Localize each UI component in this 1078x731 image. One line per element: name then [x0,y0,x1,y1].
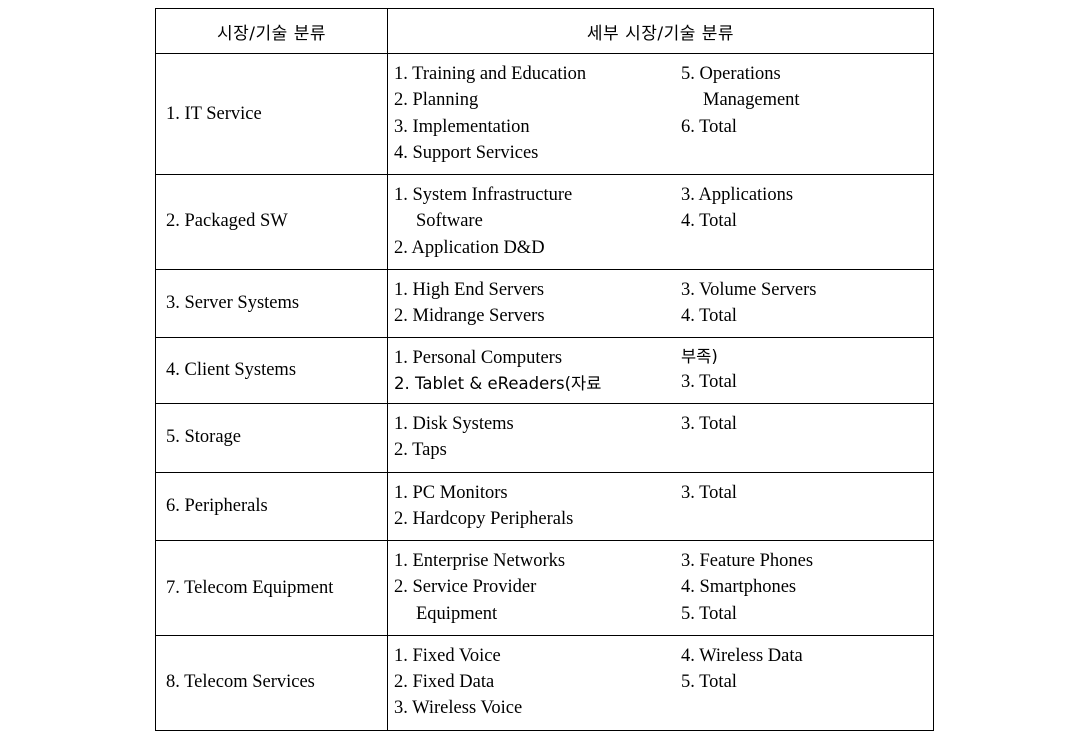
detail-item: 2. Planning [394,90,479,111]
detail-item: 4. Total [681,306,737,327]
table-header: 시장/기술 분류 세부 시장/기술 분류 [155,8,934,54]
detail-item: 5. Total [681,603,737,624]
major-category-cell: 5. Storage [155,403,388,473]
detail-item: 2. Midrange Servers [394,306,545,327]
detail-item: 4. Total [681,211,737,232]
detail-item: 2. Taps [394,440,447,461]
classification-table-container: 시장/기술 분류 세부 시장/기술 분류 1. IT Service 1. Tra… [155,8,934,731]
detail-subcolumn-right: 3. Volume Servers 4. Total [681,277,929,330]
major-category-cell: 2. Packaged SW [155,174,388,270]
table-row: 4. Client Systems 1. Personal Computers 2.… [155,337,934,405]
detail-subcolumn-right: 부족) 3. Total [681,345,929,395]
table-row: 5. Storage 1. Disk Systems 2. Taps 3. Total [155,403,934,473]
detail-category-cell: 1. Training and Education 2. Planning 3. I… [387,52,934,176]
detail-item: 5. Total [681,672,737,693]
detail-category-cell: 1. Enterprise Networks 2. Service Provide… [387,540,934,636]
detail-category-cell: 1. Disk Systems 2. Taps 3. Total [387,403,934,473]
detail-item: 2. Service Provider [394,577,537,598]
detail-subcolumns: 1. PC Monitors 2. Hardcopy Peripherals 3. … [394,480,929,533]
detail-item: 5. Operations [681,64,781,84]
detail-subcolumn-left: 1. Enterprise Networks 2. Service Provide… [394,548,681,627]
table-row: 1. IT Service 1. Training and Education 2.… [155,52,934,176]
detail-subcolumn-left: 1. System Infrastructure Software 2. Appli… [394,182,681,261]
major-category-cell: 1. IT Service [155,52,388,176]
detail-subcolumn-right: 5. Operations Management 6. Total [681,61,929,140]
detail-item: 1. System Infrastructure [394,185,573,206]
detail-subcolumns: 1. Personal Computers 2. Tablet & eReader… [394,345,929,395]
detail-item: 3. Total [681,371,737,392]
detail-item: 1. Enterprise Networks [394,551,566,572]
header-row: 시장/기술 분류 세부 시장/기술 분류 [155,8,934,54]
detail-subcolumn-left: 1. PC Monitors 2. Hardcopy Peripherals [394,480,681,533]
detail-item: 2. Fixed Data [394,672,495,693]
table-row: 8. Telecom Services 1. Fixed Voice 2. Fixe… [155,634,934,731]
detail-item: 1. Disk Systems [394,414,514,435]
detail-subcolumn-left: 1. Fixed Voice 2. Fixed Data 3. Wireless V… [394,643,681,722]
detail-subcolumn-left: 1. High End Servers 2. Midrange Servers [394,277,681,330]
major-category-cell: 4. Client Systems [155,337,388,405]
detail-category-cell: 1. PC Monitors 2. Hardcopy Peripherals 3. … [387,471,934,542]
detail-item: 6. Total [681,116,737,137]
major-category-cell: 7. Telecom Equipment [155,540,388,636]
table-row: 6. Peripherals 1. PC Monitors 2. Hardcopy … [155,471,934,542]
detail-subcolumns: 1. Enterprise Networks 2. Service Provide… [394,548,929,627]
detail-item: 1. Fixed Voice [394,645,501,666]
major-category-cell: 8. Telecom Services [155,634,388,731]
detail-subcolumn-right: 3. Total [681,411,929,437]
detail-item: 4. Support Services [394,142,539,163]
detail-subcolumn-right: 4. Wireless Data 5. Total [681,643,929,696]
detail-item: 2. Tablet & eReaders(자료 [394,373,602,393]
detail-item: Software [416,211,483,232]
detail-item: 2. Application D&D [394,237,545,258]
market-technology-classification-table: 시장/기술 분류 세부 시장/기술 분류 1. IT Service 1. Tra… [155,8,934,731]
detail-item: 3. Implementation [394,116,530,137]
table-row: 3. Server Systems 1. High End Servers 2. M… [155,268,934,339]
detail-subcolumns: 1. High End Servers 2. Midrange Servers 3.… [394,277,929,330]
detail-category-cell: 1. Fixed Voice 2. Fixed Data 3. Wireless V… [387,634,934,731]
detail-item: 3. Volume Servers [681,279,817,300]
detail-subcolumn-left: 1. Disk Systems 2. Taps [394,411,681,464]
detail-item: 1. Personal Computers [394,348,563,369]
detail-item: 3. Total [681,482,737,503]
major-category-cell: 3. Server Systems [155,268,388,339]
table-body: 1. IT Service 1. Training and Education 2.… [155,52,934,731]
detail-subcolumn-left: 1. Training and Education 2. Planning 3. I… [394,61,681,166]
detail-item: 부족) [681,347,718,367]
detail-subcolumn-left: 1. Personal Computers 2. Tablet & eReader… [394,345,681,395]
detail-item: 3. Total [681,414,737,435]
detail-item: Equipment [416,603,498,624]
detail-item: 4. Wireless Data [681,645,803,666]
detail-category-cell: 1. Personal Computers 2. Tablet & eReader… [387,337,934,405]
table-row: 2. Packaged SW 1. System Infrastructure So… [155,174,934,270]
detail-item: 4. Smartphones [681,577,797,598]
header-detail-category: 세부 시장/기술 분류 [387,8,934,54]
detail-subcolumns: 1. Fixed Voice 2. Fixed Data 3. Wireless V… [394,643,929,722]
detail-item: 3. Wireless Voice [394,698,523,719]
detail-item: 1. High End Servers [394,279,545,300]
major-category-cell: 6. Peripherals [155,471,388,542]
detail-subcolumns: 1. Disk Systems 2. Taps 3. Total [394,411,929,464]
detail-item: Management [703,90,800,111]
detail-category-cell: 1. System Infrastructure Software 2. Appli… [387,174,934,270]
detail-subcolumn-right: 3. Total [681,480,929,506]
detail-item: 1. PC Monitors [394,482,508,503]
detail-item: 2. Hardcopy Peripherals [394,508,574,529]
detail-subcolumns: 1. Training and Education 2. Planning 3. I… [394,61,929,166]
detail-item: 3. Applications [681,185,794,206]
header-major-category: 시장/기술 분류 [155,8,388,54]
detail-subcolumn-right: 3. Applications 4. Total [681,182,929,235]
table-row: 7. Telecom Equipment 1. Enterprise Networ… [155,540,934,636]
detail-item: 3. Feature Phones [681,551,814,572]
detail-item: 1. Training and Education [394,64,587,84]
detail-category-cell: 1. High End Servers 2. Midrange Servers 3.… [387,268,934,339]
detail-subcolumn-right: 3. Feature Phones 4. Smartphones 5. Total [681,548,929,627]
detail-subcolumns: 1. System Infrastructure Software 2. Appli… [394,182,929,261]
